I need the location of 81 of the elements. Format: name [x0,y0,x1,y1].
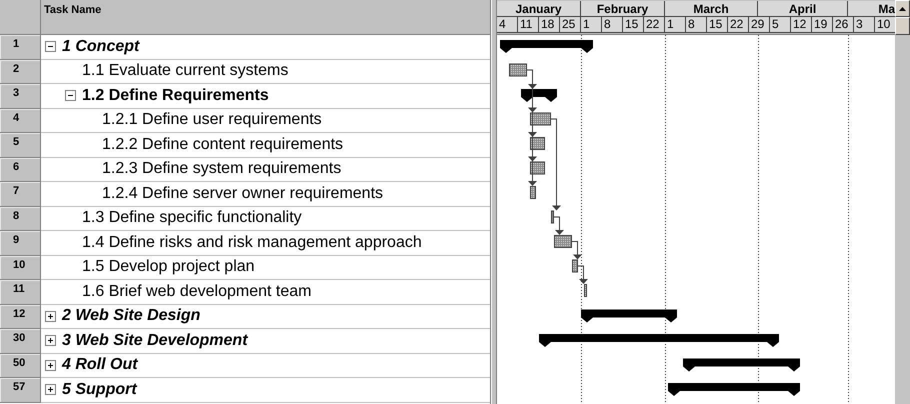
task-name: 2 Web Site Design [62,307,200,326]
month-header: April [758,1,848,17]
task-name: 1.2.2 Define content requirements [102,136,344,154]
week-header: 10 [875,17,895,33]
plus-box-icon[interactable] [45,384,56,396]
week-header: 22 [644,17,665,33]
task-name: 1.5 Develop project plan [82,258,255,276]
task-bar[interactable] [584,284,587,297]
header-corner [0,0,41,35]
summary-bar[interactable] [521,89,557,102]
task-bar[interactable] [572,260,578,272]
task-bar[interactable] [530,112,551,126]
row-number: 9 [0,231,41,256]
task-bar[interactable] [530,186,536,199]
row-number: 50 [0,354,41,378]
row-number: 2 [0,60,41,84]
task-name: 1 Concept [62,38,140,56]
summary-bar[interactable] [683,358,800,372]
up-arrow-icon [899,6,906,10]
summary-bar[interactable] [500,40,593,53]
minus-box-icon[interactable] [65,90,76,102]
row-number: 57 [0,378,41,402]
task-name: 3 Web Site Development [62,332,248,350]
week-header: 22 [728,17,749,33]
row-number: 8 [0,206,41,231]
week-header: 11 [518,17,539,33]
minus-box-icon[interactable] [45,41,56,52]
row-number: 1 [0,35,41,60]
task-name: 1.3 Define specific functionality [82,209,302,228]
task-bar[interactable] [530,162,545,174]
month-header: Ma [848,1,895,17]
row-number: 30 [0,329,41,354]
row-number: 4 [0,108,41,133]
task-name: 1.2 Define Requirements [82,86,269,105]
row-number: 7 [0,182,41,206]
week-header: 25 [560,17,581,33]
summary-bar[interactable] [581,310,677,322]
week-header: 1 [581,17,602,33]
task-name: 1.2.3 Define system requirements [102,160,342,178]
task-name: 1.6 Brief web development team [82,282,312,301]
row-number: 5 [0,133,41,158]
task-bar[interactable] [554,235,572,248]
plus-box-icon[interactable] [45,360,56,371]
week-header: 26 [833,17,854,33]
week-header: 8 [686,17,707,33]
week-header: 5 [770,17,791,33]
column-header[interactable]: Task Name [41,0,490,35]
week-header: 15 [623,17,644,33]
week-header: 19 [812,17,833,33]
week-header: 15 [707,17,728,33]
week-header: 8 [602,17,623,33]
row-number: 12 [0,304,41,329]
scrollbar-thumb[interactable] [895,17,910,35]
week-header: 3 [854,17,875,33]
task-name: 1.2.4 Define server owner requirements [102,184,384,203]
plus-box-icon[interactable] [45,335,56,346]
month-header: March [665,1,758,17]
row-number: 11 [0,280,41,304]
row-number: 3 [0,84,41,108]
task-name: 1.2.1 Define user requirements [102,111,322,130]
task-bar[interactable] [509,64,527,76]
task-name: 4 Roll Out [62,356,138,374]
summary-bar[interactable] [668,383,800,396]
month-header: February [581,1,665,17]
task-name: 1.4 Define risks and risk management approach [82,234,422,252]
week-header: 29 [749,17,770,33]
week-header: 12 [791,17,812,33]
task-name: 1.1 Evaluate current systems [82,62,288,80]
month-header: January [497,1,581,17]
task-bar[interactable] [530,137,545,150]
week-header: 4 [497,17,518,33]
summary-bar[interactable] [539,334,779,347]
row-number: 6 [0,158,41,182]
row-number: 10 [0,256,41,280]
plus-box-icon[interactable] [45,310,56,322]
link-arrow [554,216,564,235]
task-name: 5 Support [62,380,137,399]
week-header: 18 [539,17,560,33]
task-bar[interactable] [551,210,554,224]
scroll-up-button[interactable] [895,0,910,17]
week-header: 1 [665,17,686,33]
